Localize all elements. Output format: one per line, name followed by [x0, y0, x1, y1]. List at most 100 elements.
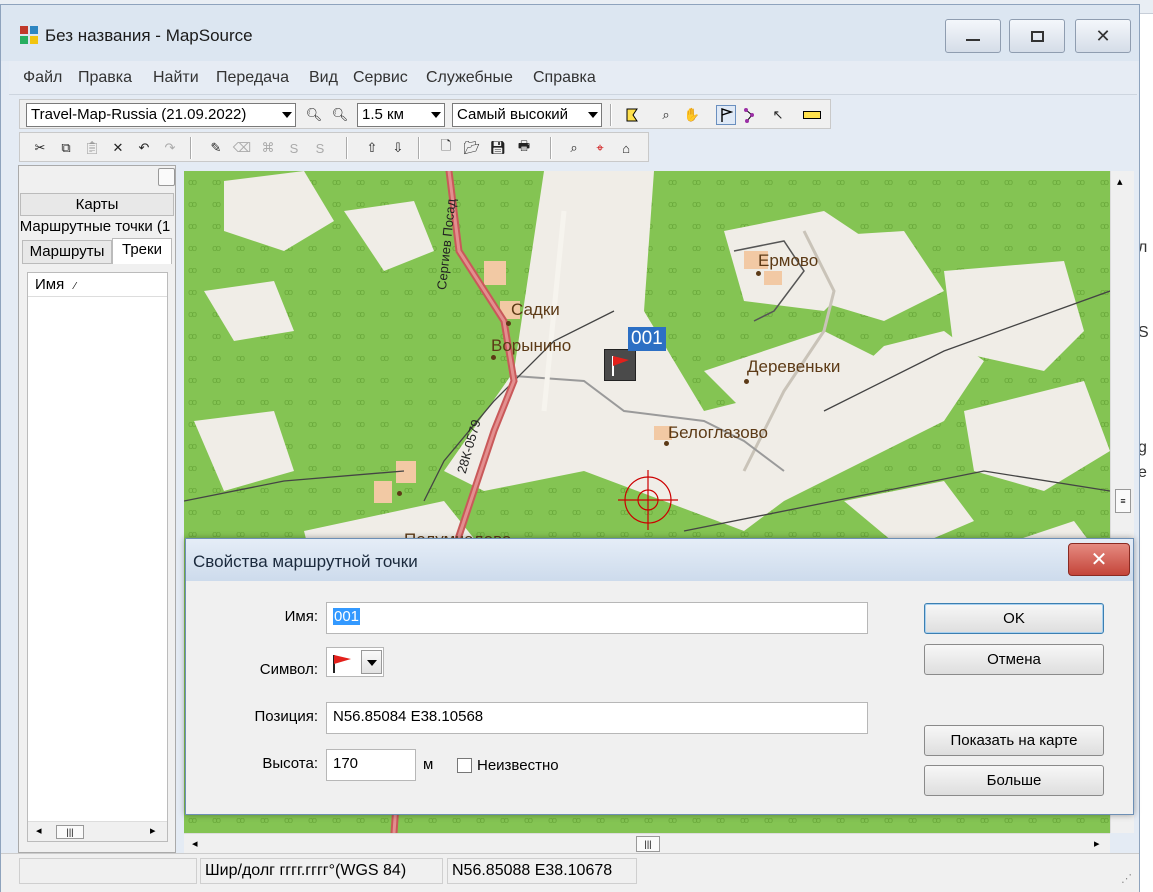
altitude-label: Высота: [262, 755, 318, 772]
menu-service[interactable]: Сервис [353, 69, 408, 87]
measure-tool-icon[interactable] [802, 105, 822, 125]
place-ermovo[interactable]: Ермово [758, 251, 818, 271]
minimize-button[interactable] [945, 19, 1001, 53]
sidebar-hscrollbar[interactable]: ◂ ||| ▸ [28, 821, 167, 841]
print-icon[interactable]: 🖶 [514, 138, 534, 158]
waypoint-tool-icon[interactable] [716, 105, 736, 125]
scroll-up-icon: ▴ [1117, 176, 1123, 188]
find-icon[interactable]: ⌕ [564, 138, 584, 158]
menu-transfer[interactable]: Передача [216, 69, 289, 87]
name-value: 001 [333, 608, 361, 625]
title-bar: Без названия - MapSource ✕ [1, 5, 1139, 61]
waypoint-label[interactable]: 001 [628, 327, 666, 351]
send-to-device-icon[interactable]: ⇩ [388, 138, 408, 158]
sidebar-toggle-button[interactable] [158, 168, 175, 186]
tab-maps[interactable]: Карты [20, 193, 174, 216]
map-edit-icon[interactable]: ✎ [206, 138, 226, 158]
zoom-out-icon[interactable]: 🔍︎ [330, 105, 350, 125]
toolbar-separator [418, 137, 420, 159]
delete-icon[interactable]: ✕ [108, 138, 128, 158]
unknown-checkbox-label[interactable]: Неизвестно [477, 757, 559, 774]
zoom-in-icon[interactable]: 🔍︎ [304, 105, 324, 125]
map-select-tool-icon[interactable] [622, 105, 642, 125]
undo-icon[interactable]: ↶ [134, 138, 154, 158]
scroll-thumb[interactable]: ||| [636, 836, 660, 852]
detail-level-value: Самый высокий [457, 106, 569, 123]
track-split-icon[interactable]: S [310, 138, 330, 158]
detail-level-select[interactable]: Самый высокий [452, 103, 602, 127]
map-hscrollbar[interactable]: ◂ ||| ▸ [184, 833, 1110, 853]
altitude-field[interactable]: 170 [326, 749, 416, 781]
dialog-title-bar: Свойства маршрутной точки ✕ [186, 539, 1133, 581]
pointer-tool-icon[interactable]: ↖ [768, 105, 788, 125]
sort-indicator-icon: ⁄ [74, 281, 76, 292]
menu-view[interactable]: Вид [309, 69, 338, 87]
more-button[interactable]: Больше [924, 765, 1104, 796]
chevron-down-icon [367, 660, 377, 666]
select-area-icon[interactable]: ⌘ [258, 138, 278, 158]
open-folder-icon[interactable]: 📂︎ [462, 138, 482, 158]
cancel-button[interactable]: Отмена [924, 644, 1104, 675]
symbol-select[interactable] [326, 647, 384, 677]
close-icon: ✕ [1090, 549, 1108, 571]
unknown-checkbox[interactable] [457, 758, 472, 773]
status-cell-empty [19, 858, 197, 884]
tab-tracks[interactable]: Треки [112, 238, 172, 264]
toolbar-separator [346, 137, 348, 159]
save-icon[interactable]: 💾︎ [488, 138, 508, 158]
chevron-down-icon [588, 112, 598, 118]
symbol-dropdown-button[interactable] [361, 650, 382, 674]
position-field[interactable]: N56.85084 E38.10568 [326, 702, 868, 734]
cut-icon[interactable]: ✂ [30, 138, 50, 158]
menu-file[interactable]: Файл [23, 69, 62, 87]
menu-help[interactable]: Справка [533, 69, 596, 87]
place-derevenki[interactable]: Деревеньки [747, 357, 840, 377]
tracks-list[interactable]: Имя ⁄ ◂ ||| ▸ [27, 272, 168, 842]
tab-routes[interactable]: Маршруты [22, 240, 112, 264]
ok-button[interactable]: OK [924, 603, 1104, 634]
zoom-tool-icon[interactable]: ⌕ [656, 105, 676, 125]
new-file-icon[interactable]: 🗋 [436, 138, 456, 158]
tab-waypoints[interactable]: Маршрутные точки (1 [15, 217, 175, 239]
hand-tool-icon[interactable]: ✋ [682, 105, 702, 125]
column-header-name[interactable]: Имя ⁄ [28, 273, 167, 297]
place-dot [397, 491, 402, 496]
show-on-map-button[interactable]: Показать на карте [924, 725, 1104, 756]
copy-icon[interactable]: ⧉ [56, 138, 76, 158]
edit-toolbar: ✂ ⧉ 📋︎ ✕ ↶ ↷ ✎ ⌫ ⌘ S S ⇧ ⇩ 🗋 📂︎ 💾︎ 🖶 ⌕ ⌖… [19, 132, 649, 162]
place-vorynino[interactable]: Ворынино [491, 336, 571, 356]
menu-bar: Файл Правка Найти Передача Вид Сервис Сл… [9, 61, 1137, 95]
track-icon[interactable]: S [284, 138, 304, 158]
find-address-icon[interactable]: ⌂ [616, 138, 636, 158]
name-field[interactable]: 001 [326, 602, 868, 634]
menu-utilities[interactable]: Служебные [426, 69, 513, 87]
find-waypoint-icon[interactable]: ⌖ [590, 138, 610, 158]
close-window-button[interactable]: ✕ [1075, 19, 1131, 53]
scroll-left-icon: ◂ [36, 825, 42, 837]
scroll-right-icon: ▸ [1094, 838, 1100, 850]
waypoint-flag-icon[interactable] [604, 349, 636, 381]
place-beloglazovo[interactable]: Белоглазово [668, 423, 768, 443]
map-product-select[interactable]: Travel-Map-Russia (21.09.2022) [26, 103, 296, 127]
map-product-value: Travel-Map-Russia (21.09.2022) [31, 106, 247, 123]
scroll-thumb[interactable]: ||| [56, 825, 84, 839]
zoom-scale-select[interactable]: 1.5 км [357, 103, 445, 127]
altitude-unit: м [423, 756, 434, 773]
receive-from-device-icon[interactable]: ⇧ [362, 138, 382, 158]
scroll-thumb[interactable]: ≡ [1115, 489, 1131, 513]
resize-grip-icon[interactable]: ⋰ [1121, 872, 1132, 885]
paste-icon[interactable]: 📋︎ [82, 138, 102, 158]
dialog-close-button[interactable]: ✕ [1068, 543, 1130, 576]
status-coord-format: Шир/долг гггг.гггг°(WGS 84) [200, 858, 443, 884]
dialog-title: Свойства маршрутной точки [193, 552, 418, 571]
erase-icon[interactable]: ⌫ [232, 138, 252, 158]
route-tool-icon[interactable] [742, 105, 762, 125]
place-sadki[interactable]: Садки [511, 300, 560, 320]
window-title: Без названия - MapSource [45, 26, 253, 45]
maximize-button[interactable] [1009, 19, 1065, 53]
maximize-icon [1030, 30, 1044, 42]
redo-icon[interactable]: ↷ [160, 138, 180, 158]
menu-edit[interactable]: Правка [78, 69, 132, 87]
data-sidebar: Карты Маршрутные точки (1 Маршруты Треки… [18, 165, 176, 853]
menu-find[interactable]: Найти [153, 69, 199, 87]
